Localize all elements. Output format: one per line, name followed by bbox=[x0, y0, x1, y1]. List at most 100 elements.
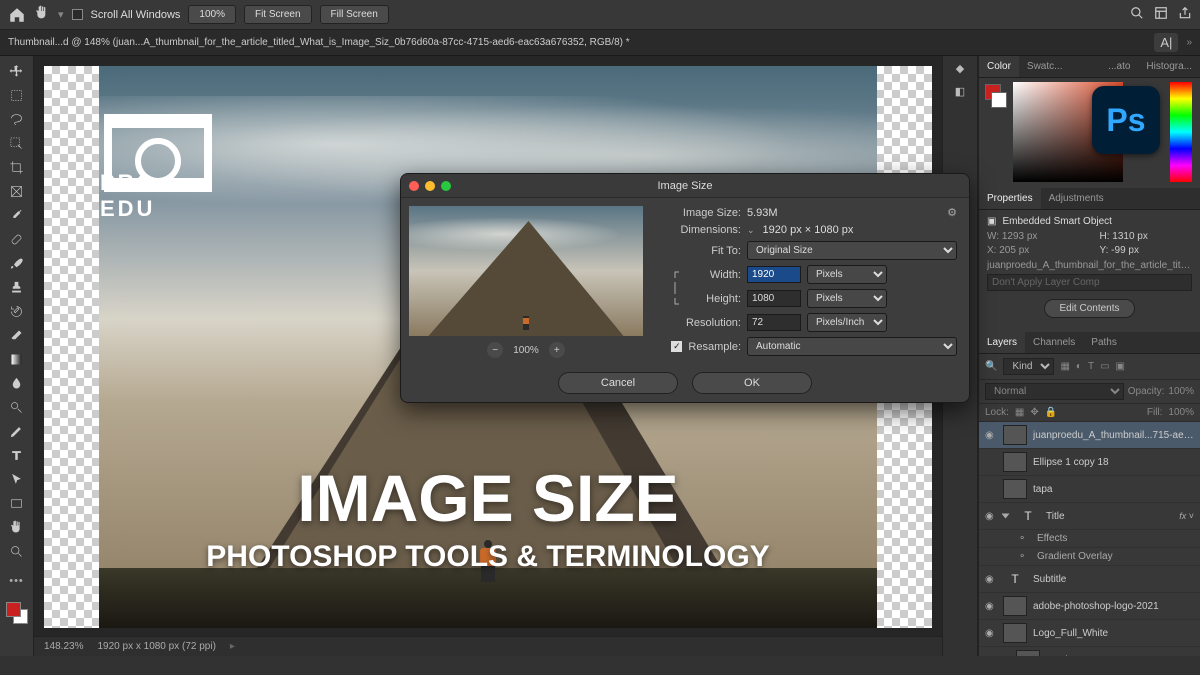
flyout-icon[interactable]: » bbox=[1186, 37, 1192, 48]
healing-tool-icon[interactable] bbox=[4, 228, 30, 250]
layer-list[interactable]: ◉juanproedu_A_thumbnail...715-aed6-eac63… bbox=[979, 422, 1200, 656]
width-input[interactable] bbox=[747, 266, 801, 283]
layer-row[interactable]: ∘Effects bbox=[979, 530, 1200, 548]
crop-tool-icon[interactable] bbox=[4, 156, 30, 178]
visibility-icon[interactable]: ◉ bbox=[985, 430, 997, 441]
fill-screen-button[interactable]: Fill Screen bbox=[320, 5, 389, 24]
share-icon[interactable] bbox=[1178, 6, 1192, 23]
prop-y[interactable]: Y: -99 px bbox=[1100, 245, 1139, 256]
pen-tool-icon[interactable] bbox=[4, 420, 30, 442]
tab-paths[interactable]: Paths bbox=[1083, 332, 1125, 353]
layer-row[interactable]: ◉juanproedu_A_thumbnail...715-aed6-eac63… bbox=[979, 422, 1200, 449]
rectangle-tool-icon[interactable] bbox=[4, 492, 30, 514]
ai-typography-button[interactable]: A| bbox=[1154, 33, 1178, 52]
hand-tool-icon[interactable] bbox=[34, 5, 50, 24]
collapsed-panel-icon[interactable]: ◧ bbox=[955, 85, 965, 98]
home-icon[interactable] bbox=[8, 6, 26, 24]
ok-button[interactable]: OK bbox=[692, 372, 812, 394]
preview-image[interactable] bbox=[409, 206, 643, 336]
document-tab[interactable]: Thumbnail...d @ 148% (juan...A_thumbnail… bbox=[8, 37, 630, 48]
width-unit-select[interactable]: Pixels bbox=[807, 265, 887, 284]
tab-histogram[interactable]: Histogra... bbox=[1138, 56, 1200, 77]
fill-value[interactable]: 100% bbox=[1168, 407, 1194, 418]
link-dimensions-icon[interactable] bbox=[669, 270, 683, 306]
height-input[interactable] bbox=[747, 290, 801, 307]
layer-row[interactable]: Ellipse 1 copy 18 bbox=[979, 449, 1200, 476]
lock-pixels-icon[interactable]: ▦ bbox=[1015, 407, 1024, 418]
layer-row[interactable]: tapa bbox=[979, 476, 1200, 503]
edit-contents-button[interactable]: Edit Contents bbox=[1044, 299, 1134, 318]
layer-row[interactable]: eyedropperfx ˅ bbox=[979, 647, 1200, 656]
eyedropper-tool-icon[interactable] bbox=[4, 204, 30, 226]
stamp-tool-icon[interactable] bbox=[4, 276, 30, 298]
status-zoom[interactable]: 148.23% bbox=[44, 641, 83, 652]
filter-shape-icon[interactable]: ▭ bbox=[1100, 361, 1109, 372]
visibility-icon[interactable]: ◉ bbox=[985, 628, 997, 639]
resolution-unit-select[interactable]: Pixels/Inch bbox=[807, 313, 887, 332]
tab-layers[interactable]: Layers bbox=[979, 332, 1025, 353]
fit-screen-button[interactable]: Fit Screen bbox=[244, 5, 312, 24]
marquee-tool-icon[interactable] bbox=[4, 84, 30, 106]
filter-pixel-icon[interactable]: ▦ bbox=[1060, 361, 1069, 372]
filter-smart-icon[interactable]: ▣ bbox=[1116, 361, 1125, 372]
resample-checkbox[interactable]: ✓ bbox=[671, 341, 682, 352]
blur-tool-icon[interactable] bbox=[4, 372, 30, 394]
zoom-tool-icon[interactable] bbox=[4, 540, 30, 562]
zoom-out-button[interactable]: − bbox=[487, 342, 503, 358]
dimensions-unit-toggle[interactable]: ⌄ bbox=[747, 225, 755, 236]
layer-row[interactable]: ◉adobe-photoshop-logo-2021 bbox=[979, 593, 1200, 620]
resolution-input[interactable] bbox=[747, 314, 801, 331]
height-unit-select[interactable]: Pixels bbox=[807, 289, 887, 308]
path-select-tool-icon[interactable] bbox=[4, 468, 30, 490]
layer-filter-kind[interactable]: Kind bbox=[1003, 358, 1054, 375]
cancel-button[interactable]: Cancel bbox=[558, 372, 678, 394]
tab-more[interactable]: ...ato bbox=[1100, 56, 1138, 77]
window-close-icon[interactable] bbox=[409, 181, 419, 191]
lasso-tool-icon[interactable] bbox=[4, 108, 30, 130]
filter-type-icon[interactable]: T bbox=[1088, 361, 1094, 372]
brush-tool-icon[interactable] bbox=[4, 252, 30, 274]
tab-channels[interactable]: Channels bbox=[1025, 332, 1083, 353]
tab-swatches[interactable]: Swatc... bbox=[1019, 56, 1071, 77]
lock-all-icon[interactable]: 🔒 bbox=[1045, 407, 1057, 418]
color-panel[interactable]: Ps bbox=[979, 78, 1200, 188]
tab-color[interactable]: Color bbox=[979, 56, 1019, 77]
window-minimize-icon[interactable] bbox=[425, 181, 435, 191]
layer-row[interactable]: ◉Logo_Full_White bbox=[979, 620, 1200, 647]
visibility-icon[interactable]: ◉ bbox=[985, 574, 997, 585]
lock-position-icon[interactable]: ✥ bbox=[1030, 407, 1038, 418]
window-zoom-icon[interactable] bbox=[441, 181, 451, 191]
dodge-tool-icon[interactable] bbox=[4, 396, 30, 418]
edit-toolbar-icon[interactable]: ••• bbox=[4, 570, 30, 592]
prop-width[interactable]: W: 1293 px bbox=[987, 231, 1090, 242]
resample-select[interactable]: Automatic bbox=[747, 337, 957, 356]
zoom-100-button[interactable]: 100% bbox=[188, 5, 236, 24]
workspace-icon[interactable] bbox=[1154, 6, 1168, 23]
gear-icon[interactable]: ⚙ bbox=[947, 206, 957, 219]
prop-height[interactable]: H: 1310 px bbox=[1100, 231, 1148, 242]
frame-tool-icon[interactable] bbox=[4, 180, 30, 202]
gradient-tool-icon[interactable] bbox=[4, 348, 30, 370]
fit-to-select[interactable]: Original Size bbox=[747, 241, 957, 260]
layer-row[interactable]: ◉TSubtitle bbox=[979, 566, 1200, 593]
scroll-all-checkbox[interactable] bbox=[72, 9, 83, 20]
layer-row[interactable]: ◉TTitlefx ˅ bbox=[979, 503, 1200, 530]
color-swatches[interactable] bbox=[6, 602, 28, 624]
eraser-tool-icon[interactable] bbox=[4, 324, 30, 346]
layer-row[interactable]: ∘Gradient Overlay bbox=[979, 548, 1200, 566]
collapsed-panel-icon[interactable]: ◆ bbox=[956, 62, 964, 75]
prop-x[interactable]: X: 205 px bbox=[987, 245, 1090, 256]
history-brush-tool-icon[interactable] bbox=[4, 300, 30, 322]
hue-slider[interactable] bbox=[1170, 82, 1192, 182]
visibility-icon[interactable]: ◉ bbox=[985, 511, 997, 522]
zoom-in-button[interactable]: + bbox=[549, 342, 565, 358]
blend-mode-select[interactable]: Normal bbox=[985, 383, 1124, 400]
visibility-icon[interactable]: ◉ bbox=[985, 601, 997, 612]
object-select-tool-icon[interactable] bbox=[4, 132, 30, 154]
tab-adjustments[interactable]: Adjustments bbox=[1041, 188, 1112, 209]
search-icon[interactable] bbox=[1130, 6, 1144, 23]
filter-adjust-icon[interactable]: ◐ bbox=[1076, 361, 1082, 372]
opacity-value[interactable]: 100% bbox=[1168, 386, 1194, 397]
type-tool-icon[interactable] bbox=[4, 444, 30, 466]
hand-tool-icon[interactable] bbox=[4, 516, 30, 538]
